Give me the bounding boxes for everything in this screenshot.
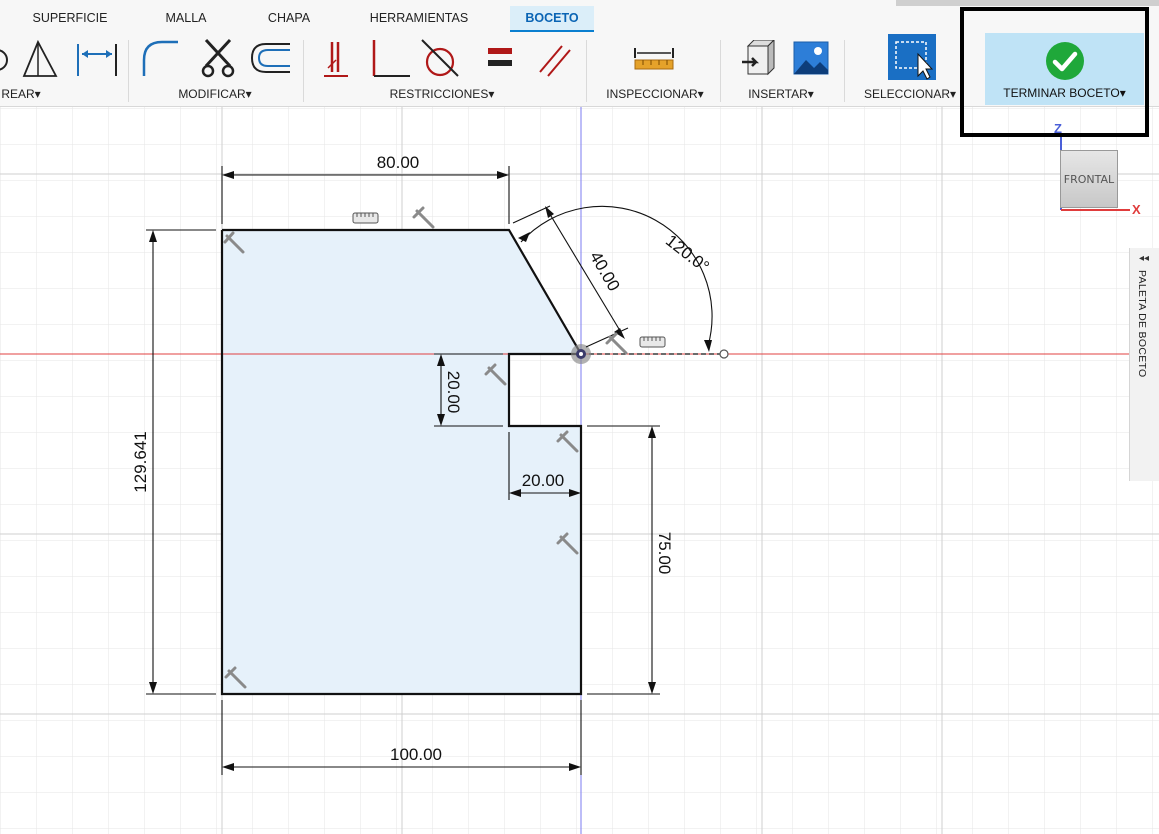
insert-tools bbox=[742, 40, 829, 76]
group-modificar[interactable]: MODIFICAR▾ bbox=[164, 86, 266, 102]
chevron-down-icon: ▾ bbox=[488, 87, 495, 101]
insert-derive-icon[interactable] bbox=[742, 40, 775, 76]
tab-herramientas[interactable]: HERRAMIENTAS bbox=[360, 6, 478, 30]
divider bbox=[128, 40, 129, 102]
chevron-down-icon: ▾ bbox=[807, 87, 814, 101]
window-top-strip bbox=[896, 0, 1159, 6]
modify-tools bbox=[142, 38, 290, 78]
viewcube-face-label: FRONTAL bbox=[1063, 173, 1115, 186]
fillet-icon[interactable] bbox=[142, 40, 178, 76]
circle-icon[interactable] bbox=[0, 49, 8, 71]
axis-x-label: X bbox=[1132, 202, 1141, 217]
perpendicular-icon[interactable] bbox=[372, 40, 410, 77]
parallel-icon[interactable] bbox=[539, 45, 571, 77]
group-seleccionar[interactable]: SELECCIONAR▾ bbox=[858, 86, 962, 102]
polygon-icon[interactable] bbox=[22, 39, 58, 77]
group-restricciones-label: RESTRICCIONES bbox=[389, 87, 489, 101]
chevron-down-icon: ▾ bbox=[34, 87, 41, 101]
group-insertar[interactable]: INSERTAR▾ bbox=[741, 86, 821, 102]
viewcube[interactable]: FRONTAL bbox=[1060, 150, 1118, 208]
fix-constraint-icon[interactable] bbox=[324, 42, 348, 77]
tab-chapa[interactable]: CHAPA bbox=[258, 6, 320, 30]
measure-icon[interactable] bbox=[633, 44, 677, 74]
group-seleccionar-label: SELECCIONAR bbox=[863, 87, 950, 101]
dim-bottom-width[interactable]: 100.00 bbox=[390, 745, 442, 764]
dim-notch-width[interactable]: 20.00 bbox=[522, 471, 565, 490]
group-inspeccionar[interactable]: INSPECCIONAR▾ bbox=[599, 86, 711, 102]
sketch-profile[interactable] bbox=[222, 230, 581, 694]
offset-icon[interactable] bbox=[250, 43, 290, 73]
divider bbox=[844, 40, 845, 102]
axis-z-label: Z bbox=[1054, 121, 1062, 136]
finish-sketch-button[interactable]: TERMINAR BOCETO▾ bbox=[985, 33, 1144, 105]
sketch-canvas[interactable]: 80.00 100.00 20.00 129.641 20.00 75.00 4… bbox=[0, 107, 1159, 834]
finish-sketch-label: TERMINAR BOCETO▾ bbox=[1003, 86, 1126, 100]
check-icon bbox=[1046, 42, 1084, 80]
group-crear[interactable]: REAR▾ bbox=[0, 86, 42, 102]
select-window-icon[interactable] bbox=[888, 34, 938, 82]
sketch-palette-label: PALETA DE BOCETO bbox=[1136, 270, 1148, 378]
dim-notch-height[interactable]: 20.00 bbox=[444, 371, 463, 414]
group-crear-label: REAR bbox=[1, 87, 35, 101]
group-insertar-label: INSERTAR bbox=[748, 87, 808, 101]
horizontal-constraint-icon[interactable] bbox=[352, 212, 379, 224]
dimension-line-icon[interactable] bbox=[77, 44, 117, 76]
divider bbox=[586, 40, 587, 102]
group-restricciones[interactable]: RESTRICCIONES▾ bbox=[383, 86, 501, 102]
sketch-palette-tab[interactable]: ◂◂ PALETA DE BOCETO bbox=[1129, 248, 1159, 481]
group-modificar-label: MODIFICAR bbox=[178, 87, 246, 101]
divider bbox=[303, 40, 304, 102]
group-inspeccionar-label: INSPECCIONAR bbox=[606, 87, 698, 101]
constraint-tools bbox=[324, 39, 571, 77]
tab-superficie[interactable]: SUPERFICIE bbox=[26, 6, 114, 30]
create-tools bbox=[0, 39, 117, 77]
equal-icon[interactable] bbox=[488, 48, 512, 66]
tab-malla[interactable]: MALLA bbox=[153, 6, 219, 30]
chevron-down-icon: ▾ bbox=[950, 87, 957, 101]
dim-right-height[interactable]: 75.00 bbox=[655, 532, 674, 575]
horizontal-constraint-icon[interactable] bbox=[639, 336, 666, 348]
construction-endpoint[interactable] bbox=[719, 349, 729, 359]
dim-top-width[interactable]: 80.00 bbox=[377, 153, 420, 172]
chevron-down-icon: ▾ bbox=[697, 87, 704, 101]
dim-left-height[interactable]: 129.641 bbox=[131, 431, 150, 492]
chevron-down-icon: ▾ bbox=[1119, 86, 1126, 100]
divider bbox=[720, 40, 721, 102]
tangent-icon[interactable] bbox=[421, 39, 459, 77]
tab-boceto[interactable]: BOCETO bbox=[510, 6, 594, 32]
chevron-down-icon: ▾ bbox=[245, 87, 252, 101]
insert-image-icon[interactable] bbox=[793, 41, 829, 75]
trim-scissors-icon[interactable] bbox=[201, 38, 235, 78]
collapse-arrow-icon[interactable]: ◂◂ bbox=[1139, 253, 1149, 264]
